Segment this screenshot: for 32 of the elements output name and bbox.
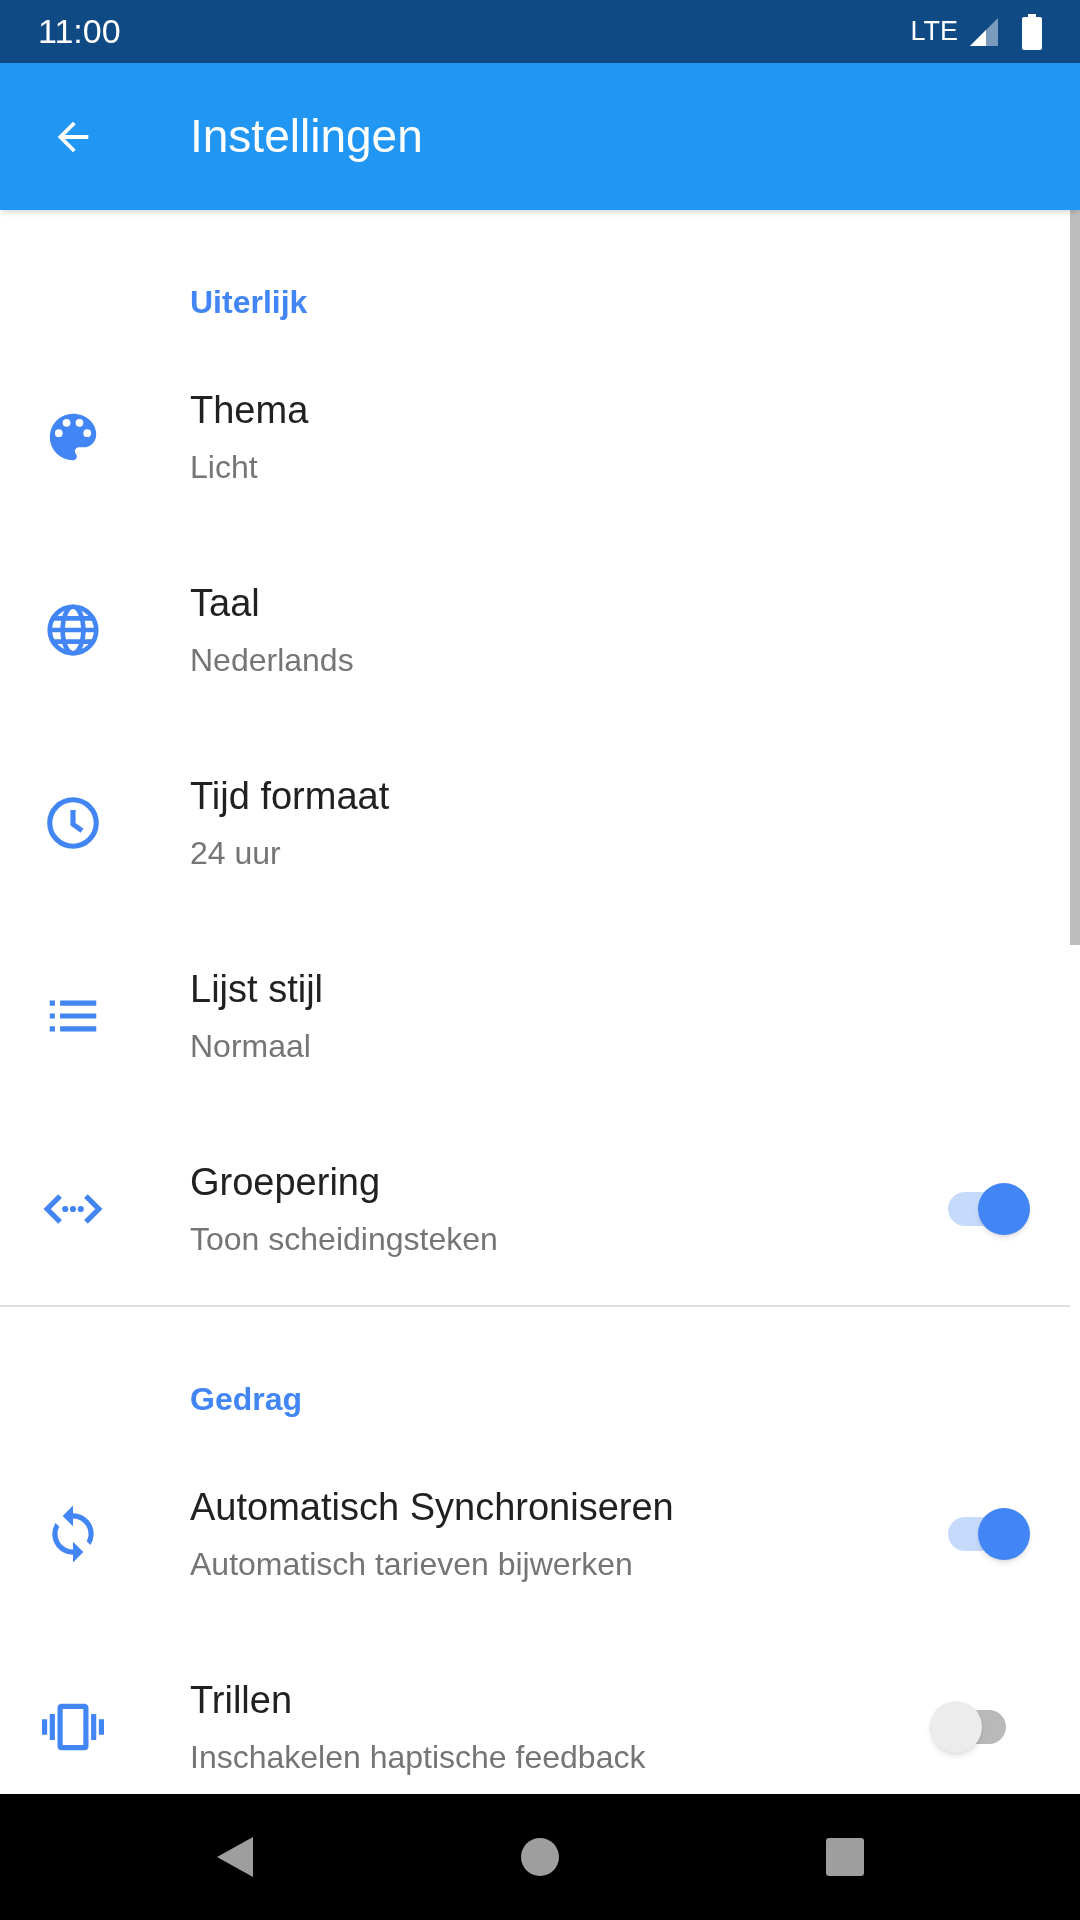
item-subtitle: Toon scheidingsteken xyxy=(190,1220,499,1259)
section-header: Gedrag xyxy=(190,1380,303,1419)
screen-title: Instellingen xyxy=(190,109,423,164)
item-subtitle: Inschakelen haptische feedback xyxy=(190,1738,647,1777)
item-subtitle: Licht xyxy=(190,448,259,487)
settings-item[interactable]: Taal Nederlands xyxy=(0,533,1070,726)
settings-item[interactable]: Trillen Inschakelen haptische feedback xyxy=(0,1630,1070,1794)
settings-item[interactable]: Thema Licht xyxy=(0,340,1070,533)
settings-item[interactable]: Groepering Toon scheidingsteken xyxy=(0,1112,1070,1305)
clock-time: 11:00 xyxy=(38,11,121,52)
home-icon[interactable] xyxy=(520,1837,560,1877)
item-title: Automatisch Synchroniseren xyxy=(190,1485,675,1530)
item-title: Thema xyxy=(190,388,310,433)
item-title: Tijd formaat xyxy=(190,774,391,819)
back-icon[interactable] xyxy=(215,1835,255,1879)
network-label: LTE xyxy=(910,15,958,49)
item-subtitle: 24 uur xyxy=(190,834,282,873)
item-title: Lijst stijl xyxy=(190,967,325,1012)
toggle-switch[interactable] xyxy=(948,1182,1030,1235)
settings-item[interactable]: Lijst stijl Normaal xyxy=(0,919,1070,1112)
item-title: Trillen xyxy=(190,1678,294,1723)
item-subtitle: Automatisch tarieven bijwerken xyxy=(190,1545,634,1584)
item-title: Taal xyxy=(190,581,261,626)
item-subtitle: Normaal xyxy=(190,1027,312,1066)
settings-item[interactable]: Automatisch Synchroniseren Automatisch tarieven bijwerken xyxy=(0,1437,1070,1630)
item-subtitle: Nederlands xyxy=(190,641,355,680)
toggle-switch[interactable] xyxy=(948,1507,1030,1560)
item-title: Groepering xyxy=(190,1160,382,1205)
recents-icon[interactable] xyxy=(825,1837,865,1877)
battery-icon xyxy=(1022,13,1042,50)
section-header: Uiterlijk xyxy=(190,283,308,322)
settings-item[interactable]: Tijd formaat 24 uur xyxy=(0,726,1070,919)
